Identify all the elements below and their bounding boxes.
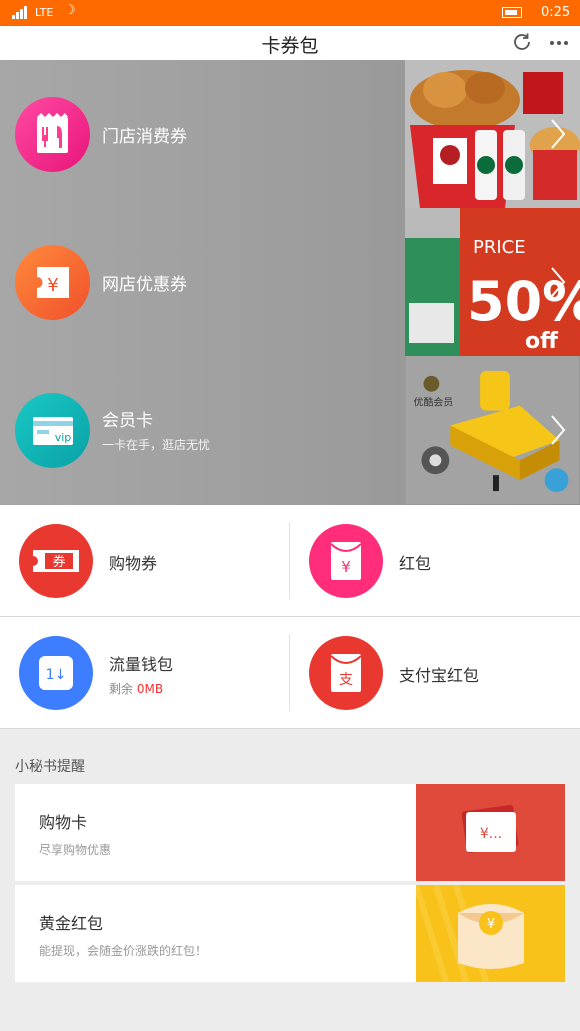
refresh-icon[interactable]	[510, 30, 534, 54]
chevron-right-icon	[551, 119, 566, 149]
quiet-hours-icon: ☽	[64, 3, 76, 18]
red-packet-icon: ¥	[309, 524, 383, 598]
red-packet-item[interactable]: ¥ 红包	[290, 505, 580, 616]
signal-icon	[12, 6, 27, 19]
banner-membership-card[interactable]: vip 会员卡 一卡在手，逛店无忧 优酷会员	[0, 356, 580, 505]
shopping-voucher-item[interactable]: 券 购物券	[0, 505, 290, 616]
shopping-voucher-icon: 券	[19, 524, 93, 598]
grid-label: 购物券	[109, 554, 158, 573]
title-bar: 卡券包	[0, 26, 580, 60]
banner-online-coupons[interactable]: ¥ 网店优惠券 PRICE 50% off	[0, 208, 580, 356]
section-title: 小秘书提醒	[15, 759, 85, 775]
banner-label: 会员卡	[102, 411, 153, 431]
svg-text:vip: vip	[55, 431, 72, 444]
grid-label: 支付宝红包	[399, 666, 480, 685]
vip-card-icon: vip	[15, 393, 90, 468]
alipay-red-packet-item[interactable]: 支 支付宝红包	[290, 617, 580, 728]
shopping-card-reminder[interactable]: 购物卡 尽享购物优惠 ¥...	[15, 784, 565, 881]
card-subtitle: 尽享购物优惠	[39, 843, 112, 857]
grid-label: 红包	[399, 554, 432, 573]
online-coupon-icon: ¥	[15, 245, 90, 320]
gold-red-packet-reminder[interactable]: 黄金红包 能提现，会随金价涨跌的红包！ ¥	[15, 885, 565, 982]
card-subtitle: 能提现，会随金价涨跌的红包！	[39, 944, 208, 958]
shopping-card-image: ¥...	[416, 784, 565, 881]
data-wallet-icon: 1↓	[19, 636, 93, 710]
youku-member-label: 优酷会员	[414, 396, 454, 409]
page-title: 卡券包	[261, 35, 319, 57]
banner-label: 网店优惠券	[102, 275, 187, 295]
price-label: PRICE	[473, 237, 526, 258]
card-title: 购物卡	[39, 813, 88, 832]
alipay-red-packet-icon: 支	[309, 636, 383, 710]
off-label: off	[525, 329, 559, 354]
banner-label: 门店消费券	[102, 127, 187, 147]
banner-subtitle: 一卡在手，逛店无忧	[102, 438, 211, 452]
store-voucher-icon	[15, 97, 90, 172]
gold-red-packet-image: ¥	[416, 885, 565, 982]
banner-store-vouchers[interactable]: 门店消费券	[0, 60, 580, 208]
chevron-right-icon	[551, 267, 566, 297]
data-wallet-item[interactable]: 1↓ 流量钱包 剩余 0MB	[0, 617, 290, 728]
battery-icon	[502, 7, 522, 18]
svg-text:¥: ¥	[47, 275, 58, 296]
remaining-value: 0MB	[136, 682, 164, 696]
svg-text:券: 券	[52, 554, 65, 570]
network-type: LTE	[35, 6, 54, 19]
data-remaining: 剩余 0MB	[109, 680, 163, 697]
svg-text:¥...: ¥...	[480, 826, 502, 842]
svg-text:¥: ¥	[341, 558, 351, 576]
chevron-right-icon	[551, 415, 566, 445]
divider	[0, 728, 580, 729]
svg-text:支: 支	[339, 672, 353, 688]
more-icon[interactable]	[547, 30, 571, 54]
grid-label: 流量钱包	[109, 655, 174, 674]
grid-row-2: 1↓ 流量钱包 剩余 0MB 支 支付宝红包	[0, 617, 580, 728]
svg-text:¥: ¥	[487, 917, 495, 932]
remaining-label: 剩余	[109, 682, 137, 696]
status-time: 0:25	[541, 5, 571, 20]
status-bar: LTE ☽ 0:25	[0, 0, 580, 26]
card-title: 黄金红包	[39, 914, 104, 933]
svg-text:1↓: 1↓	[46, 667, 67, 683]
grid-row-1: 券 购物券 ¥ 红包	[0, 505, 580, 616]
